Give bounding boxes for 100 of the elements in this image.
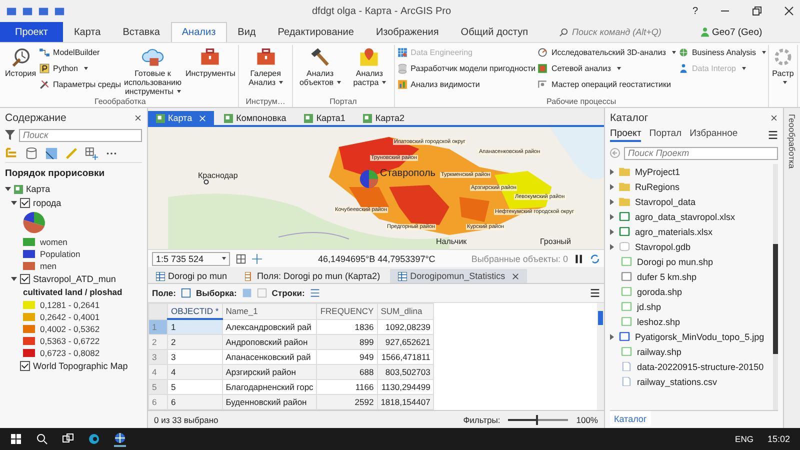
map-drawing[interactable] [148, 127, 604, 249]
help-button[interactable]: ? [692, 6, 698, 16]
expand-arrow-icon[interactable] [610, 198, 614, 204]
column-header[interactable]: FREQUENCY [316, 304, 378, 319]
catalog-tab[interactable]: Портал [649, 128, 682, 142]
ribbon-tab[interactable]: Карта [62, 22, 112, 42]
search-field[interactable]: Поиск [19, 128, 142, 142]
expand-arrow-icon[interactable] [610, 168, 614, 174]
catalog-item[interactable]: agro_data_stavropol.xlsx [635, 212, 736, 222]
layer-icon[interactable] [45, 146, 58, 160]
ribbon-button[interactable]: Инструменты [184, 45, 236, 98]
windows-start-icon[interactable] [10, 433, 22, 445]
ribbon-button[interactable]: Параметры среды [39, 78, 122, 91]
ribbon-button[interactable]: Анализ видимости [396, 78, 536, 91]
grid-icon[interactable] [236, 254, 246, 264]
filter-icon[interactable] [5, 130, 15, 140]
table-tab[interactable]: Dorogipomun_Statistics [390, 269, 528, 283]
search-icon[interactable] [36, 433, 48, 445]
menu-icon[interactable] [590, 288, 600, 298]
add-grid-icon[interactable] [85, 146, 98, 160]
ribbon-button[interactable]: Галерея Анализ [241, 45, 290, 97]
expand-arrow-icon[interactable] [610, 184, 614, 190]
ribbon-button[interactable]: Исследовательский 3D-анализ [537, 46, 676, 59]
catalog-item[interactable]: Stavropol_data [635, 196, 696, 206]
row-number[interactable]: 6 [148, 394, 168, 410]
ribbon-button[interactable]: Business Analysis [678, 46, 766, 59]
layer-name[interactable]: города [33, 198, 62, 208]
close-icon[interactable] [770, 114, 778, 122]
close-icon[interactable] [134, 114, 142, 122]
close-icon[interactable] [784, 6, 794, 16]
map-tab[interactable]: Компоновка [216, 111, 294, 125]
catalog-item[interactable]: jd.shp [637, 302, 662, 312]
search-field[interactable]: Поиск Проект [624, 146, 778, 160]
column-header[interactable]: SUM_dlina [377, 304, 434, 319]
database-icon[interactable] [25, 146, 38, 160]
checkbox[interactable] [20, 361, 30, 371]
user-menu[interactable]: Geo7 (Geo) [712, 22, 762, 42]
browser-icon[interactable] [88, 433, 100, 445]
layer-name[interactable]: World Topographic Map [33, 361, 128, 371]
restore-icon[interactable] [752, 6, 762, 16]
column-header[interactable]: OBJECTID * [168, 304, 222, 319]
quick-access-icon[interactable] [38, 6, 49, 16]
catalog-item[interactable]: dufer 5 km.shp [637, 272, 697, 282]
ribbon-tab[interactable]: Изображения [364, 22, 450, 42]
row-number[interactable]: 5 [148, 380, 168, 394]
ribbon-tab[interactable]: Вставка [112, 22, 171, 42]
catalog-tab[interactable]: Избранное [690, 128, 738, 142]
ribbon-tab[interactable]: Вид [226, 22, 267, 42]
ribbon-button[interactable]: История [4, 45, 38, 98]
row-number[interactable]: 3 [148, 350, 168, 364]
quick-access-icon[interactable] [6, 6, 17, 16]
ribbon-tab[interactable]: Анализ [170, 22, 227, 42]
scrollbar[interactable] [773, 164, 778, 410]
catalog-item[interactable]: railway.shp [637, 346, 682, 356]
ribbon-button[interactable]: Разработчик модели пригодности [396, 62, 536, 75]
expand-arrow-icon[interactable] [610, 334, 614, 340]
task-view-icon[interactable] [62, 433, 74, 445]
ribbon-button[interactable]: Анализ растра [347, 45, 392, 97]
ribbon-tab[interactable]: Редактирование [266, 22, 365, 42]
pause-icon[interactable] [574, 254, 584, 264]
expand-arrow-icon[interactable] [610, 244, 614, 250]
tree-item[interactable]: Карта [26, 184, 50, 194]
table-tab[interactable]: Dorogi po mun [148, 269, 236, 283]
menu-icon[interactable] [768, 130, 778, 140]
catalog-item[interactable]: Pyatigorsk_MinVodu_topo_5.jpg [635, 332, 764, 342]
table-tab[interactable]: Поля: Dorogi po mun (Карта2) [237, 269, 388, 283]
catalog-item[interactable]: MyProject1 [635, 166, 680, 176]
checkbox[interactable] [20, 274, 30, 284]
pane-tab[interactable]: Каталог [610, 411, 651, 426]
map-tab[interactable]: Карта1 [296, 111, 354, 125]
map-tab[interactable]: Карта [148, 111, 214, 125]
rows-icon[interactable] [310, 288, 320, 298]
catalog-item[interactable]: leshoz.shp [637, 316, 680, 326]
catalog-tab[interactable]: Проект [610, 128, 642, 142]
map-tab[interactable]: Карта2 [355, 111, 412, 125]
row-number[interactable]: 4 [148, 364, 168, 380]
column-header[interactable]: Name_1 [222, 304, 317, 319]
clock[interactable]: 15:02 [767, 434, 790, 444]
add-field-icon[interactable] [180, 288, 191, 298]
ribbon-button[interactable]: Сетевой анализ [537, 62, 676, 75]
catalog-item[interactable]: RuRegions [635, 182, 680, 192]
ribbon-button[interactable]: Готовые к использованию инструменты [123, 45, 182, 98]
expand-arrow-icon[interactable] [610, 228, 614, 234]
catalog-item[interactable]: Stavropol.gdb [635, 242, 691, 252]
command-search-field[interactable]: Поиск команд (Alt+Q) [572, 27, 689, 37]
catalog-item[interactable]: railway_stations.csv [637, 376, 718, 386]
expand-arrow-icon[interactable] [610, 214, 614, 220]
ribbon-tab[interactable]: Общий доступ [450, 22, 539, 42]
side-tab[interactable]: Геообработка [787, 114, 797, 168]
layer-name[interactable]: Stavropol_ATD_mun [33, 274, 116, 284]
scrollbar[interactable] [597, 303, 604, 410]
ribbon-tab[interactable]: Проект [0, 22, 63, 42]
catalog-item[interactable]: agro_materials.xlsx [635, 226, 713, 236]
language-indicator[interactable]: ENG [735, 434, 754, 444]
checkbox[interactable] [20, 198, 30, 208]
ribbon-button[interactable]: Анализ объектов [294, 45, 346, 97]
ribbon-button[interactable]: Python [39, 62, 122, 75]
refresh-icon[interactable] [590, 254, 600, 264]
catalog-item[interactable]: data-20220915-structure-20150 [637, 362, 764, 372]
crosshair-icon[interactable] [252, 254, 262, 264]
